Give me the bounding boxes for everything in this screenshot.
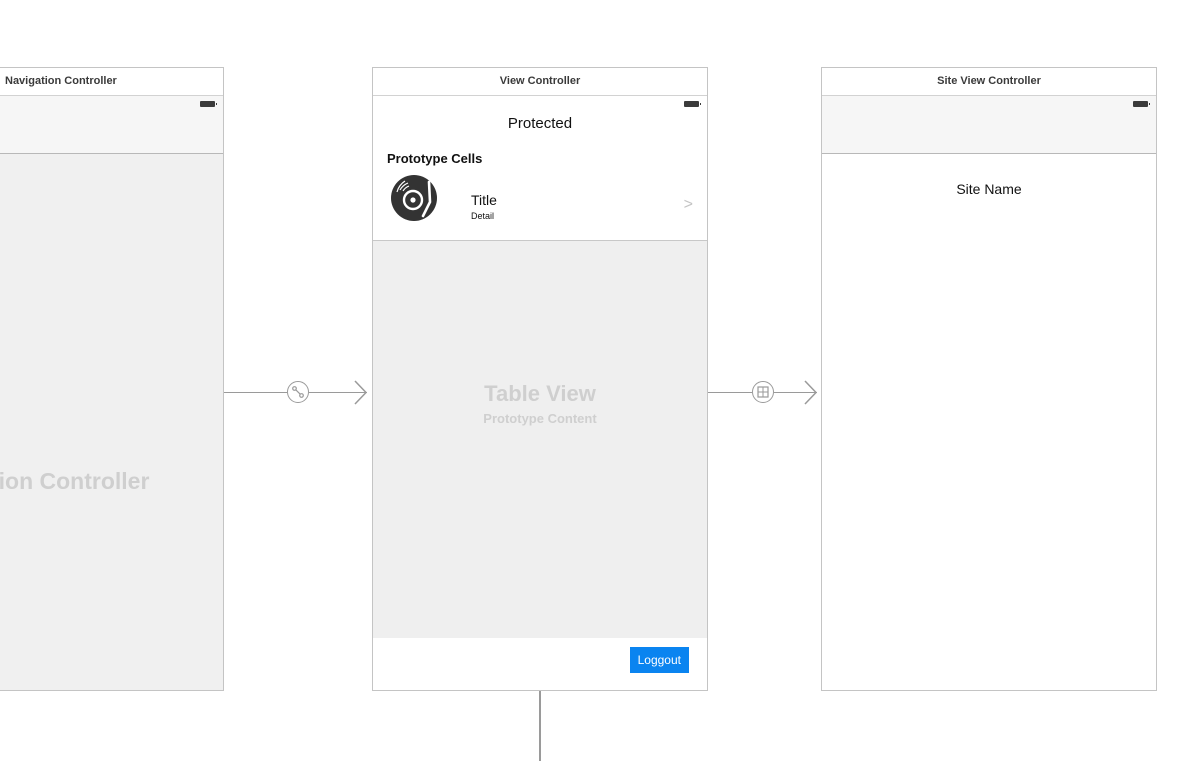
footer-area: Loggout — [373, 638, 707, 690]
prototype-cells-header: Prototype Cells — [387, 151, 483, 166]
logout-button[interactable]: Loggout — [629, 647, 689, 673]
cell-title: Title — [471, 192, 497, 208]
cell-detail: Detail — [471, 211, 495, 221]
view-controller-scene[interactable]: View Controller Protected Prototype Cell… — [372, 67, 708, 691]
arrow-head-icon — [354, 380, 368, 405]
connector-line — [539, 691, 541, 761]
chevron-right-icon: > — [683, 196, 693, 213]
nav-title: Protected — [507, 115, 573, 132]
segue-line — [224, 392, 287, 393]
relationship-segue-icon[interactable] — [287, 381, 309, 403]
navigation-controller-scene[interactable]: Navigation Controller Navigation Control… — [0, 67, 224, 691]
placeholder-label: Navigation Controller — [0, 468, 150, 494]
navigation-bar: Protected — [373, 96, 707, 144]
show-segue-icon[interactable] — [752, 381, 774, 403]
battery-icon — [1133, 101, 1150, 107]
segue-line — [708, 392, 752, 393]
table-view-sublabel: Prototype Content — [483, 411, 597, 426]
scene-title[interactable]: View Controller — [373, 68, 707, 96]
navigation-bar — [0, 96, 223, 154]
table-view-label: Table View — [484, 381, 596, 406]
navigation-bar — [822, 96, 1156, 154]
site-name-label[interactable]: Site Name — [822, 181, 1156, 197]
battery-icon — [200, 101, 217, 107]
scene-title[interactable]: Navigation Controller — [0, 68, 223, 96]
vinyl-record-icon — [391, 175, 437, 221]
site-view-controller-scene[interactable]: Site View Controller Site Name — [821, 67, 1157, 691]
scene-title[interactable]: Site View Controller — [822, 68, 1156, 96]
scene-body: Navigation Controller — [0, 154, 223, 690]
battery-icon — [684, 101, 701, 107]
arrow-head-icon — [804, 380, 818, 405]
table-view[interactable]: Table View Prototype Content — [373, 241, 707, 638]
prototype-cell[interactable]: Title Detail > — [373, 172, 707, 241]
